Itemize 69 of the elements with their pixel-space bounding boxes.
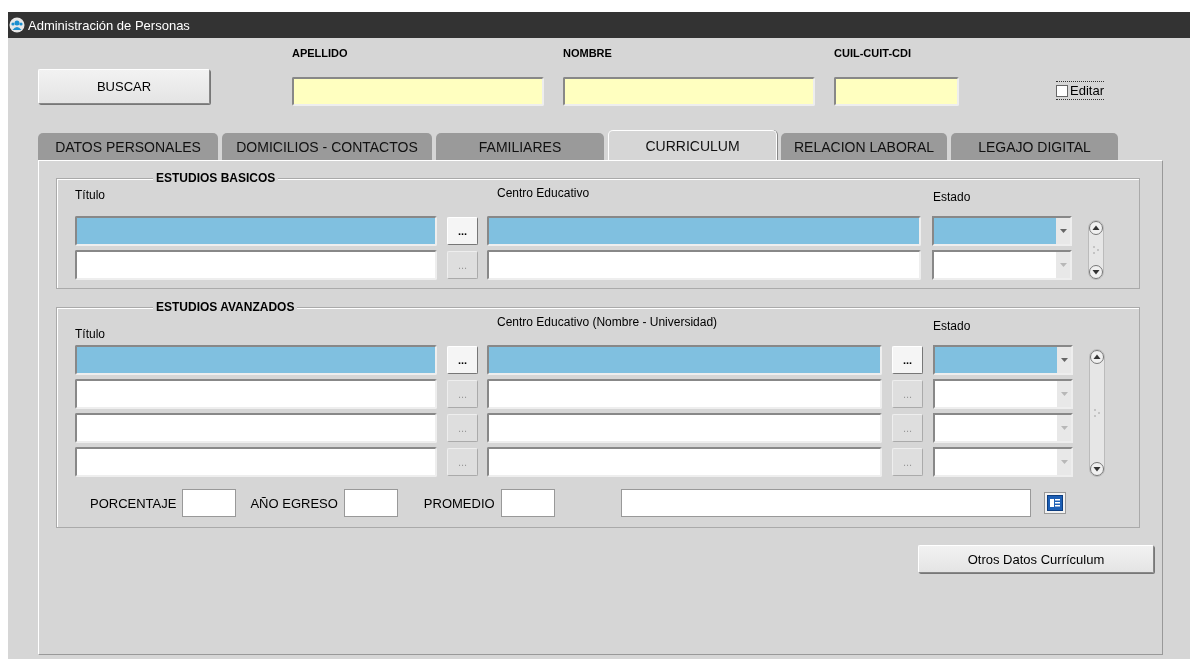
- input-field[interactable]: [487, 413, 882, 443]
- field-label: AÑO EGRESO: [250, 495, 338, 511]
- dropdown-arrow-icon: [1059, 425, 1069, 431]
- scroll-down-icon: [1090, 462, 1104, 476]
- scroll-up-icon: [1090, 350, 1104, 364]
- input-field[interactable]: [487, 216, 921, 246]
- input-field[interactable]: [75, 379, 437, 409]
- browse-button[interactable]: ...: [447, 346, 478, 374]
- input-field[interactable]: [75, 216, 437, 246]
- input-field[interactable]: [487, 447, 882, 477]
- tab[interactable]: DATOS PERSONALES: [38, 133, 218, 160]
- dropdown-arrow-icon: [1059, 391, 1069, 397]
- column-header: Centro Educativo (Nombre - Universidad): [497, 315, 719, 331]
- dropdown-arrow-icon: [1058, 228, 1068, 234]
- input-field[interactable]: [563, 77, 815, 106]
- tab[interactable]: DOMICILIOS - CONTACTOS: [222, 133, 432, 160]
- other-data-button[interactable]: Otros Datos Currículum: [918, 545, 1154, 573]
- tab[interactable]: FAMILIARES: [436, 133, 604, 160]
- document-icon: [1046, 495, 1063, 511]
- dropdown[interactable]: [933, 447, 1073, 477]
- window-title: Administración de Personas: [28, 17, 190, 33]
- field-label: PORCENTAJE: [90, 495, 177, 511]
- column-header: Estado: [933, 190, 971, 206]
- search-button[interactable]: BUSCAR: [38, 69, 210, 104]
- group-title: ESTUDIOS BASICOS: [153, 171, 279, 185]
- input-field[interactable]: [487, 379, 882, 409]
- people-icon: [9, 17, 25, 33]
- editor-button[interactable]: [1043, 492, 1066, 514]
- field-label: PROMEDIO: [423, 495, 495, 511]
- dropdown[interactable]: [933, 379, 1073, 409]
- column-header: Estado: [933, 319, 971, 335]
- input-field[interactable]: [292, 77, 544, 106]
- edit-checkbox[interactable]: Editar: [1056, 81, 1104, 100]
- input-field[interactable]: [487, 345, 882, 375]
- input-field[interactable]: [487, 250, 921, 280]
- column-header: Título: [75, 327, 106, 341]
- group-title: ESTUDIOS AVANZADOS: [153, 300, 298, 314]
- input-field[interactable]: [343, 489, 398, 517]
- dropdown-arrow-icon: [1059, 357, 1069, 363]
- input-field[interactable]: [834, 77, 959, 106]
- tab[interactable]: CURRICULUM: [608, 130, 777, 160]
- input-field[interactable]: [75, 447, 437, 477]
- field-label: APELLIDO: [292, 47, 349, 60]
- dropdown-arrow-icon: [1058, 262, 1068, 268]
- input-field[interactable]: [75, 345, 437, 375]
- browse-button[interactable]: ...: [892, 346, 923, 374]
- dropdown[interactable]: [933, 413, 1073, 443]
- scroll-up-icon: [1089, 221, 1103, 235]
- input-field[interactable]: [620, 489, 1031, 517]
- field-label: CUIL-CUIT-CDI: [834, 47, 912, 60]
- grip-icon: [1094, 408, 1100, 418]
- dropdown[interactable]: [932, 250, 1072, 280]
- dropdown[interactable]: [932, 216, 1072, 246]
- grip-icon: [1093, 245, 1099, 255]
- field-label: NOMBRE: [563, 47, 613, 60]
- column-header: Centro Educativo: [497, 186, 591, 202]
- dropdown-arrow-icon: [1059, 459, 1069, 465]
- browse-button[interactable]: ...: [447, 217, 478, 245]
- scrollbar[interactable]: [1089, 349, 1105, 477]
- scroll-down-icon: [1089, 265, 1103, 279]
- scrollbar[interactable]: [1088, 220, 1104, 280]
- dropdown[interactable]: [933, 345, 1073, 375]
- column-header: Título: [75, 187, 106, 202]
- input-field[interactable]: [75, 413, 437, 443]
- input-field[interactable]: [500, 489, 555, 517]
- tab[interactable]: RELACION LABORAL: [781, 133, 947, 160]
- tab[interactable]: LEGAJO DIGITAL: [951, 133, 1118, 160]
- input-field[interactable]: [182, 489, 237, 517]
- input-field[interactable]: [75, 250, 437, 280]
